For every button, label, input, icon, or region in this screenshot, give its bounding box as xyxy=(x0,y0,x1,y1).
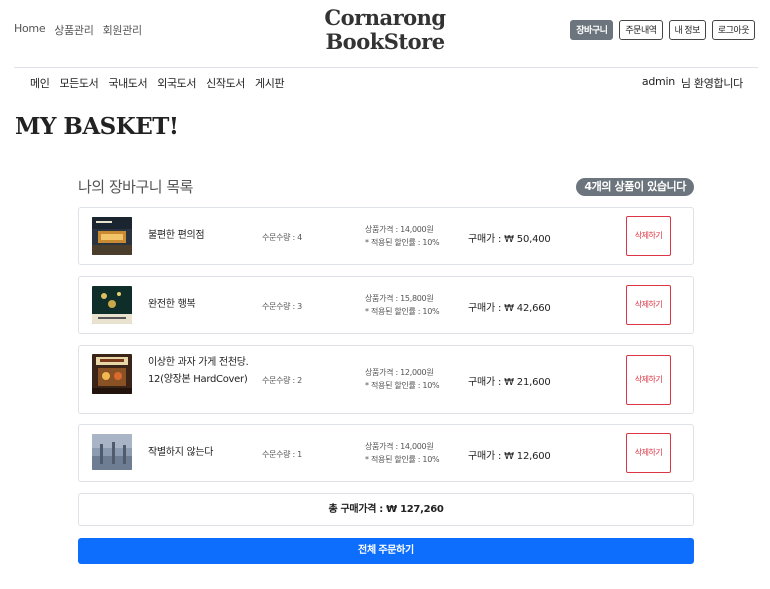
price-info: 상품가격 : 15,800원 * 적용된 할인률 : 10% xyxy=(365,292,440,318)
delete-button[interactable]: 삭제하기 xyxy=(626,355,671,405)
my-info-button[interactable]: 내 정보 xyxy=(668,20,706,40)
welcome-message: admin 님 환영합니다 xyxy=(642,75,743,91)
unit-price: 상품가격 : 14,000원 xyxy=(365,225,434,234)
item-count-badge: 4개의 상품이 있습니다 xyxy=(576,178,694,196)
purchase-price: 구매가 : ₩ 42,660 xyxy=(468,303,551,314)
nav-item-all-books[interactable]: 모든도서 xyxy=(59,75,98,91)
delete-button[interactable]: 삭제하기 xyxy=(626,285,671,325)
price-info: 상품가격 : 12,000원 * 적용된 할인률 : 10% xyxy=(365,366,440,392)
unit-price: 상품가격 : 15,800원 xyxy=(365,294,434,303)
unit-price: 상품가격 : 14,000원 xyxy=(365,442,434,451)
book-title: 작별하지 않는다 xyxy=(148,447,214,458)
basket-item: 불편한 편의점 수문수량 : 4 상품가격 : 14,000원 * 적용된 할인… xyxy=(78,207,694,265)
nav-item-board[interactable]: 게시판 xyxy=(255,75,285,91)
book-cover-image xyxy=(92,286,132,324)
order-quantity: 수문수량 : 2 xyxy=(262,376,302,385)
order-quantity: 수문수량 : 1 xyxy=(262,450,302,459)
book-cover-image xyxy=(92,434,132,470)
order-history-button[interactable]: 주문내역 xyxy=(619,20,663,40)
book-cover-image xyxy=(92,217,132,255)
book-title: 불편한 편의점 xyxy=(148,230,205,241)
header-divider xyxy=(14,67,758,68)
basket-item: 완전한 행복 수문수량 : 3 상품가격 : 15,800원 * 적용된 할인률… xyxy=(78,276,694,334)
username: admin xyxy=(641,75,675,88)
book-title: 이상한 과자 가게 전천당. 12(양장본 HardCover) xyxy=(148,357,249,385)
discount-rate: * 적용된 할인률 : 10% xyxy=(365,381,440,390)
basket-list-title: 나의 장바구니 목록 xyxy=(78,178,193,196)
page-title: MY BASKET! xyxy=(15,113,179,140)
logout-button[interactable]: 로그아웃 xyxy=(711,20,755,40)
nav-item-new-books[interactable]: 신작도서 xyxy=(206,75,245,91)
book-cover-image xyxy=(92,354,132,394)
order-quantity: 수문수량 : 4 xyxy=(262,233,302,242)
basket-item: 작별하지 않는다 수문수량 : 1 상품가격 : 14,000원 * 적용된 할… xyxy=(78,424,694,482)
unit-price: 상품가격 : 12,000원 xyxy=(365,368,434,377)
order-all-button[interactable]: 전체 주문하기 xyxy=(78,538,694,564)
nav-item-foreign-books[interactable]: 외국도서 xyxy=(157,75,196,91)
nav-item-domestic-books[interactable]: 국내도서 xyxy=(108,75,147,91)
order-quantity: 수문수량 : 3 xyxy=(262,302,302,311)
delete-button[interactable]: 삭제하기 xyxy=(626,433,671,473)
account-buttons: 장바구니 주문내역 내 정보 로그아웃 xyxy=(570,20,755,40)
discount-rate: * 적용된 할인률 : 10% xyxy=(365,307,440,316)
delete-button[interactable]: 삭제하기 xyxy=(626,216,671,256)
welcome-text: 님 환영합니다 xyxy=(680,77,743,90)
purchase-price: 구매가 : ₩ 21,600 xyxy=(468,377,551,388)
total-price: 총 구매가격 : ₩ 127,260 xyxy=(78,493,694,526)
purchase-price: 구매가 : ₩ 50,400 xyxy=(468,234,551,245)
basket-item: 이상한 과자 가게 전천당. 12(양장본 HardCover) 수문수량 : … xyxy=(78,345,694,414)
price-info: 상품가격 : 14,000원 * 적용된 할인률 : 10% xyxy=(365,440,440,466)
discount-rate: * 적용된 할인률 : 10% xyxy=(365,238,440,247)
purchase-price: 구매가 : ₩ 12,600 xyxy=(468,451,551,462)
discount-rate: * 적용된 할인률 : 10% xyxy=(365,455,440,464)
price-info: 상품가격 : 14,000원 * 적용된 할인률 : 10% xyxy=(365,223,440,249)
book-title: 완전한 행복 xyxy=(148,299,196,310)
nav-item-main[interactable]: 메인 xyxy=(30,75,50,91)
main-nav: 메인 모든도서 국내도서 외국도서 신작도서 게시판 xyxy=(30,75,285,91)
cart-button[interactable]: 장바구니 xyxy=(570,20,614,40)
